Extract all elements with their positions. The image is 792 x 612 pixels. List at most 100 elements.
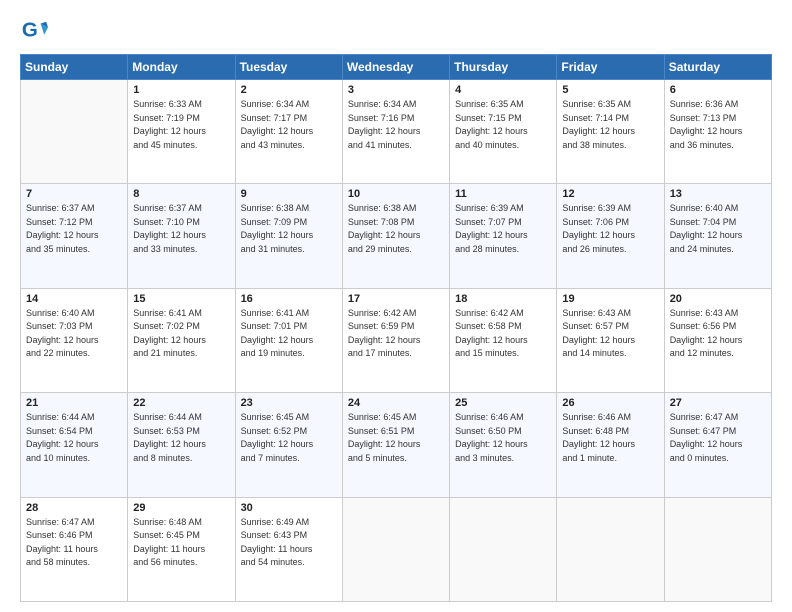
- day-number: 15: [133, 293, 229, 305]
- day-number: 19: [562, 293, 658, 305]
- day-cell: [342, 497, 449, 601]
- day-number: 10: [348, 188, 444, 200]
- day-number: 27: [670, 397, 766, 409]
- day-cell: 12Sunrise: 6:39 AMSunset: 7:06 PMDayligh…: [557, 184, 664, 288]
- day-cell: 5 Sunrise: 6:35 AMSunset: 7:14 PMDaylight…: [557, 80, 664, 184]
- day-info: Sunrise: 6:46 AMSunset: 6:48 PMDaylight:…: [562, 411, 658, 465]
- day-cell: 25Sunrise: 6:46 AMSunset: 6:50 PMDayligh…: [450, 393, 557, 497]
- day-info: Sunrise: 6:44 AMSunset: 6:53 PMDaylight:…: [133, 411, 229, 465]
- day-cell: [450, 497, 557, 601]
- day-info: Sunrise: 6:47 AMSunset: 6:47 PMDaylight:…: [670, 411, 766, 465]
- weekday-header-monday: Monday: [128, 55, 235, 80]
- day-number: 12: [562, 188, 658, 200]
- day-cell: 28 Sunrise: 6:47 AMSunset: 6:46 PMDayligh…: [21, 497, 128, 601]
- day-info: Sunrise: 6:43 AMSunset: 6:57 PMDaylight:…: [562, 307, 658, 361]
- day-number: 17: [348, 293, 444, 305]
- day-cell: 22 Sunrise: 6:44 AMSunset: 6:53 PMDayligh…: [128, 393, 235, 497]
- header: G: [20, 18, 772, 46]
- day-number: 4: [455, 84, 551, 96]
- day-number: 3: [348, 84, 444, 96]
- calendar: SundayMondayTuesdayWednesdayThursdayFrid…: [20, 54, 772, 602]
- day-cell: 21 Sunrise: 6:44 AMSunset: 6:54 PMDayligh…: [21, 393, 128, 497]
- week-row-4: 21 Sunrise: 6:44 AMSunset: 6:54 PMDayligh…: [21, 393, 772, 497]
- day-number: 13: [670, 188, 766, 200]
- day-cell: 27 Sunrise: 6:47 AMSunset: 6:47 PMDayligh…: [664, 393, 771, 497]
- day-cell: 14 Sunrise: 6:40 AMSunset: 7:03 PMDayligh…: [21, 288, 128, 392]
- day-cell: 6 Sunrise: 6:36 AMSunset: 7:13 PMDaylight…: [664, 80, 771, 184]
- day-info: Sunrise: 6:33 AMSunset: 7:19 PMDaylight:…: [133, 98, 229, 152]
- day-cell: 11Sunrise: 6:39 AMSunset: 7:07 PMDayligh…: [450, 184, 557, 288]
- logo: G: [20, 18, 52, 46]
- day-cell: 8 Sunrise: 6:37 AMSunset: 7:10 PMDaylight…: [128, 184, 235, 288]
- day-number: 11: [455, 188, 551, 200]
- day-info: Sunrise: 6:35 AMSunset: 7:14 PMDaylight:…: [562, 98, 658, 152]
- day-number: 6: [670, 84, 766, 96]
- day-cell: 2 Sunrise: 6:34 AMSunset: 7:17 PMDaylight…: [235, 80, 342, 184]
- day-cell: 16 Sunrise: 6:41 AMSunset: 7:01 PMDayligh…: [235, 288, 342, 392]
- day-number: 22: [133, 397, 229, 409]
- day-number: 8: [133, 188, 229, 200]
- day-number: 29: [133, 502, 229, 514]
- day-cell: 9 Sunrise: 6:38 AMSunset: 7:09 PMDaylight…: [235, 184, 342, 288]
- day-info: Sunrise: 6:45 AMSunset: 6:51 PMDaylight:…: [348, 411, 444, 465]
- day-number: 21: [26, 397, 122, 409]
- week-row-2: 7Sunrise: 6:37 AMSunset: 7:12 PMDaylight…: [21, 184, 772, 288]
- day-cell: 18 Sunrise: 6:42 AMSunset: 6:58 PMDayligh…: [450, 288, 557, 392]
- day-cell: [664, 497, 771, 601]
- day-number: 30: [241, 502, 337, 514]
- day-info: Sunrise: 6:40 AMSunset: 7:03 PMDaylight:…: [26, 307, 122, 361]
- day-info: Sunrise: 6:38 AMSunset: 7:08 PMDaylight:…: [348, 202, 444, 256]
- day-info: Sunrise: 6:45 AMSunset: 6:52 PMDaylight:…: [241, 411, 337, 465]
- day-info: Sunrise: 6:36 AMSunset: 7:13 PMDaylight:…: [670, 98, 766, 152]
- day-info: Sunrise: 6:37 AMSunset: 7:10 PMDaylight:…: [133, 202, 229, 256]
- day-info: Sunrise: 6:38 AMSunset: 7:09 PMDaylight:…: [241, 202, 337, 256]
- day-cell: 19 Sunrise: 6:43 AMSunset: 6:57 PMDayligh…: [557, 288, 664, 392]
- day-info: Sunrise: 6:35 AMSunset: 7:15 PMDaylight:…: [455, 98, 551, 152]
- day-info: Sunrise: 6:46 AMSunset: 6:50 PMDaylight:…: [455, 411, 551, 465]
- day-number: 28: [26, 502, 122, 514]
- weekday-header-row: SundayMondayTuesdayWednesdayThursdayFrid…: [21, 55, 772, 80]
- day-cell: 13 Sunrise: 6:40 AMSunset: 7:04 PMDayligh…: [664, 184, 771, 288]
- day-info: Sunrise: 6:47 AMSunset: 6:46 PMDaylight:…: [26, 516, 122, 570]
- day-cell: 17 Sunrise: 6:42 AMSunset: 6:59 PMDayligh…: [342, 288, 449, 392]
- day-number: 18: [455, 293, 551, 305]
- day-info: Sunrise: 6:48 AMSunset: 6:45 PMDaylight:…: [133, 516, 229, 570]
- weekday-header-saturday: Saturday: [664, 55, 771, 80]
- day-number: 20: [670, 293, 766, 305]
- day-number: 2: [241, 84, 337, 96]
- day-cell: 15 Sunrise: 6:41 AMSunset: 7:02 PMDayligh…: [128, 288, 235, 392]
- day-info: Sunrise: 6:44 AMSunset: 6:54 PMDaylight:…: [26, 411, 122, 465]
- weekday-header-thursday: Thursday: [450, 55, 557, 80]
- day-info: Sunrise: 6:41 AMSunset: 7:02 PMDaylight:…: [133, 307, 229, 361]
- day-cell: 23 Sunrise: 6:45 AMSunset: 6:52 PMDayligh…: [235, 393, 342, 497]
- weekday-header-wednesday: Wednesday: [342, 55, 449, 80]
- day-number: 16: [241, 293, 337, 305]
- day-number: 1: [133, 84, 229, 96]
- weekday-header-sunday: Sunday: [21, 55, 128, 80]
- day-cell: 7Sunrise: 6:37 AMSunset: 7:12 PMDaylight…: [21, 184, 128, 288]
- day-info: Sunrise: 6:40 AMSunset: 7:04 PMDaylight:…: [670, 202, 766, 256]
- page: G SundayMondayTuesdayWednesdayThursdayFr…: [0, 0, 792, 612]
- day-number: 5: [562, 84, 658, 96]
- day-number: 23: [241, 397, 337, 409]
- day-cell: 10 Sunrise: 6:38 AMSunset: 7:08 PMDayligh…: [342, 184, 449, 288]
- day-cell: 29 Sunrise: 6:48 AMSunset: 6:45 PMDayligh…: [128, 497, 235, 601]
- day-number: 9: [241, 188, 337, 200]
- day-info: Sunrise: 6:42 AMSunset: 6:59 PMDaylight:…: [348, 307, 444, 361]
- day-info: Sunrise: 6:34 AMSunset: 7:17 PMDaylight:…: [241, 98, 337, 152]
- day-cell: [21, 80, 128, 184]
- week-row-5: 28 Sunrise: 6:47 AMSunset: 6:46 PMDayligh…: [21, 497, 772, 601]
- day-cell: 3Sunrise: 6:34 AMSunset: 7:16 PMDaylight…: [342, 80, 449, 184]
- day-cell: 20Sunrise: 6:43 AMSunset: 6:56 PMDayligh…: [664, 288, 771, 392]
- day-number: 14: [26, 293, 122, 305]
- day-cell: 1 Sunrise: 6:33 AMSunset: 7:19 PMDaylight…: [128, 80, 235, 184]
- day-number: 24: [348, 397, 444, 409]
- day-number: 26: [562, 397, 658, 409]
- day-number: 7: [26, 188, 122, 200]
- day-cell: 4 Sunrise: 6:35 AMSunset: 7:15 PMDaylight…: [450, 80, 557, 184]
- day-info: Sunrise: 6:42 AMSunset: 6:58 PMDaylight:…: [455, 307, 551, 361]
- day-info: Sunrise: 6:41 AMSunset: 7:01 PMDaylight:…: [241, 307, 337, 361]
- svg-text:G: G: [22, 19, 38, 42]
- weekday-header-tuesday: Tuesday: [235, 55, 342, 80]
- day-cell: [557, 497, 664, 601]
